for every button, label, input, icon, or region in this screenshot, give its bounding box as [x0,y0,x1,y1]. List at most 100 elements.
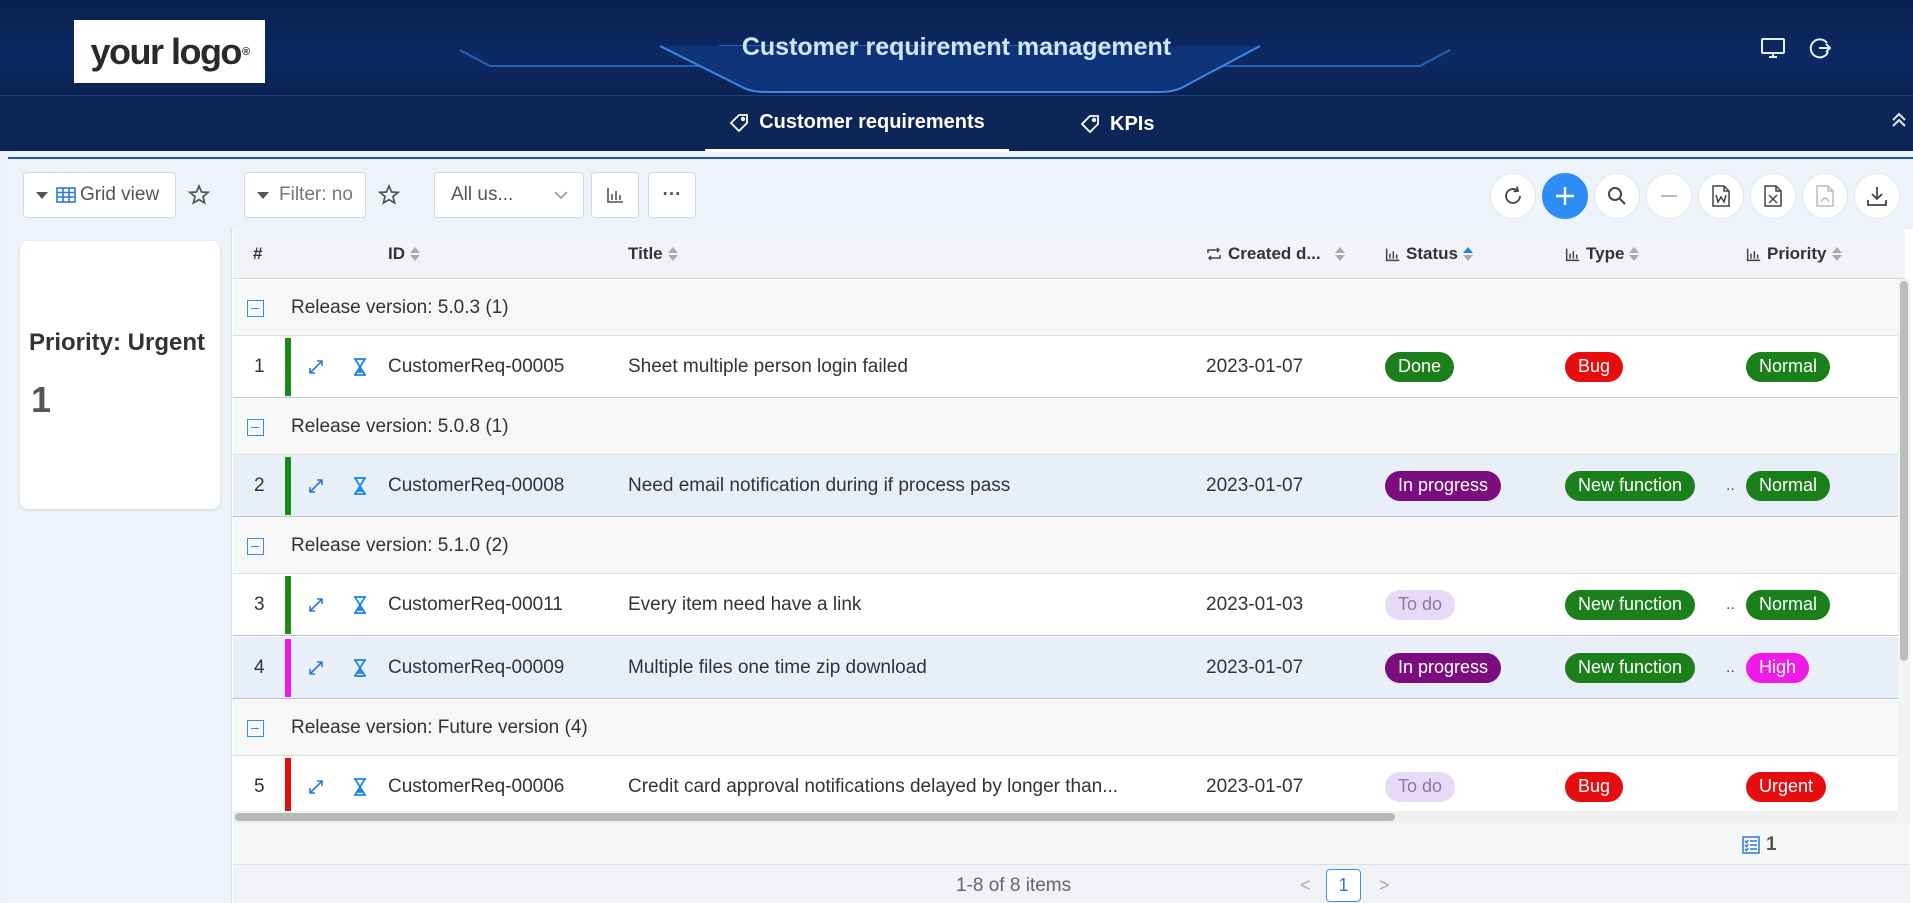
selected-count[interactable]: 1 [1742,834,1777,856]
hourglass-icon[interactable] [351,756,369,818]
collapse-header-icon[interactable] [1889,110,1909,135]
page-number-button[interactable]: 1 [1326,869,1361,902]
more-options-button[interactable]: ··· [648,172,696,218]
download-icon [1867,187,1887,206]
users-select-value: All us... [451,184,514,205]
collapse-group-icon[interactable] [247,300,264,317]
export-pdf-button[interactable] [1802,173,1848,219]
scrollbar-thumb[interactable] [235,813,1395,821]
table-row[interactable]: 2 CustomerReq-00008 Need email notificat… [233,455,1905,517]
expand-icon[interactable] [307,336,325,398]
refresh-logout-icon[interactable] [1807,36,1833,60]
group-label: Release version: 5.0.3 (1) [291,296,509,318]
chart-button[interactable] [591,172,639,218]
sort-icon[interactable] [1629,247,1640,261]
hourglass-icon[interactable] [351,637,369,699]
group-label: Release version: Future version (4) [291,716,588,738]
add-button[interactable] [1542,173,1588,219]
app-title: Customer requirement management [741,33,1172,61]
row-id[interactable]: CustomerReq-00011 [388,574,563,636]
pagination: 1-8 of 8 items < 1 > [233,865,1910,903]
table-row[interactable]: 1 CustomerReq-00005 Sheet multiple perso… [233,336,1905,398]
column-label: Type [1586,244,1625,263]
expand-icon[interactable] [307,574,325,636]
filter-button[interactable]: Filter: no [244,172,366,218]
status-badge: In progress [1385,653,1502,683]
expand-icon[interactable] [307,637,325,699]
column-label: Title [628,244,663,263]
row-id[interactable]: CustomerReq-00008 [388,455,564,517]
favorite-view-star-icon[interactable] [187,183,211,211]
column-header-id[interactable]: ID [388,229,420,279]
column-header-created-date[interactable]: Created d... [1206,229,1345,279]
row-id[interactable]: CustomerReq-00005 [388,336,564,398]
row-title: Sheet multiple person login failed [628,356,908,377]
table-row[interactable]: 4 CustomerReq-00009 Multiple files one t… [233,637,1905,699]
column-header-title[interactable]: Title [628,229,678,279]
kpi-card[interactable]: Priority: Urgent 1 [20,241,220,509]
column-header-status[interactable]: Status [1385,229,1473,279]
group-label: Release version: 5.1.0 (2) [291,534,509,556]
column-label: ID [388,244,405,263]
refresh-button[interactable] [1490,173,1536,219]
prev-page-button[interactable]: < [1300,875,1311,896]
type-badge: New function [1565,590,1696,620]
remove-button[interactable] [1646,173,1692,219]
row-created-date: 2023-01-07 [1206,657,1304,678]
row-color-bar [285,338,291,396]
view-selector-button[interactable]: Grid view [23,172,176,218]
monitor-icon[interactable] [1760,36,1786,60]
main-panel: Grid view Filter: no All us... ··· Prior… [8,157,1913,903]
collapse-group-icon[interactable] [247,419,264,436]
column-header-type[interactable]: Type [1565,229,1640,279]
sort-icon[interactable] [1831,247,1842,261]
tab-customer-requirements[interactable]: Customer requirements [705,96,1009,152]
minus-icon [1661,195,1677,197]
export-excel-button[interactable] [1750,173,1796,219]
kpi-sidebar: Priority: Urgent 1 [8,229,232,903]
row-id[interactable]: CustomerReq-00009 [388,637,564,699]
table-row[interactable]: 3 CustomerReq-00011 Every item need have… [233,574,1905,636]
scrollbar-thumb[interactable] [1900,281,1908,661]
priority-badge: Urgent [1746,772,1827,802]
group-row[interactable]: Release version: 5.0.8 (1) [233,399,1905,455]
horizontal-scrollbar[interactable] [233,811,1905,823]
table-row[interactable]: 5 CustomerReq-00006 Credit card approval… [233,756,1905,818]
tab-kpis[interactable]: KPIs [1080,96,1154,152]
group-row[interactable]: Release version: 5.1.0 (2) [233,518,1905,574]
expand-icon[interactable] [307,756,325,818]
download-button[interactable] [1854,173,1900,219]
vertical-scrollbar[interactable] [1898,279,1910,823]
favorite-filter-star-icon[interactable] [377,183,401,211]
type-badge: Bug [1565,352,1624,382]
view-label: Grid view [80,184,160,205]
group-row[interactable]: Release version: 5.0.3 (1) [233,280,1905,336]
collapse-group-icon[interactable] [247,720,264,737]
hourglass-icon[interactable] [351,455,369,517]
status-badge: To do [1385,590,1456,620]
sort-asc-icon[interactable] [1462,247,1473,261]
hourglass-icon[interactable] [351,336,369,398]
hourglass-icon[interactable] [351,574,369,636]
column-header-priority[interactable]: Priority [1746,229,1842,279]
sort-icon[interactable] [1334,247,1345,261]
search-button[interactable] [1594,173,1640,219]
tab-bar: Customer requirements KPIs [0,95,1913,152]
group-row[interactable]: Release version: Future version (4) [233,700,1905,756]
row-created-date: 2023-01-07 [1206,776,1304,797]
sort-icon[interactable] [667,247,678,261]
checklist-icon [1742,836,1760,854]
chevron-down-icon [554,191,568,200]
bar-chart-icon [1385,248,1400,261]
status-badge: Done [1385,352,1455,382]
sort-icon[interactable] [410,247,420,261]
pager-summary: 1-8 of 8 items [956,875,1072,896]
expand-icon[interactable] [307,455,325,517]
users-select[interactable]: All us... [434,172,584,218]
next-page-button[interactable]: > [1379,875,1390,896]
row-created-date: 2023-01-07 [1206,356,1304,377]
row-id[interactable]: CustomerReq-00006 [388,756,564,818]
more-values-indicator: .. [1726,477,1735,494]
collapse-group-icon[interactable] [247,538,264,555]
export-word-button[interactable] [1698,173,1744,219]
